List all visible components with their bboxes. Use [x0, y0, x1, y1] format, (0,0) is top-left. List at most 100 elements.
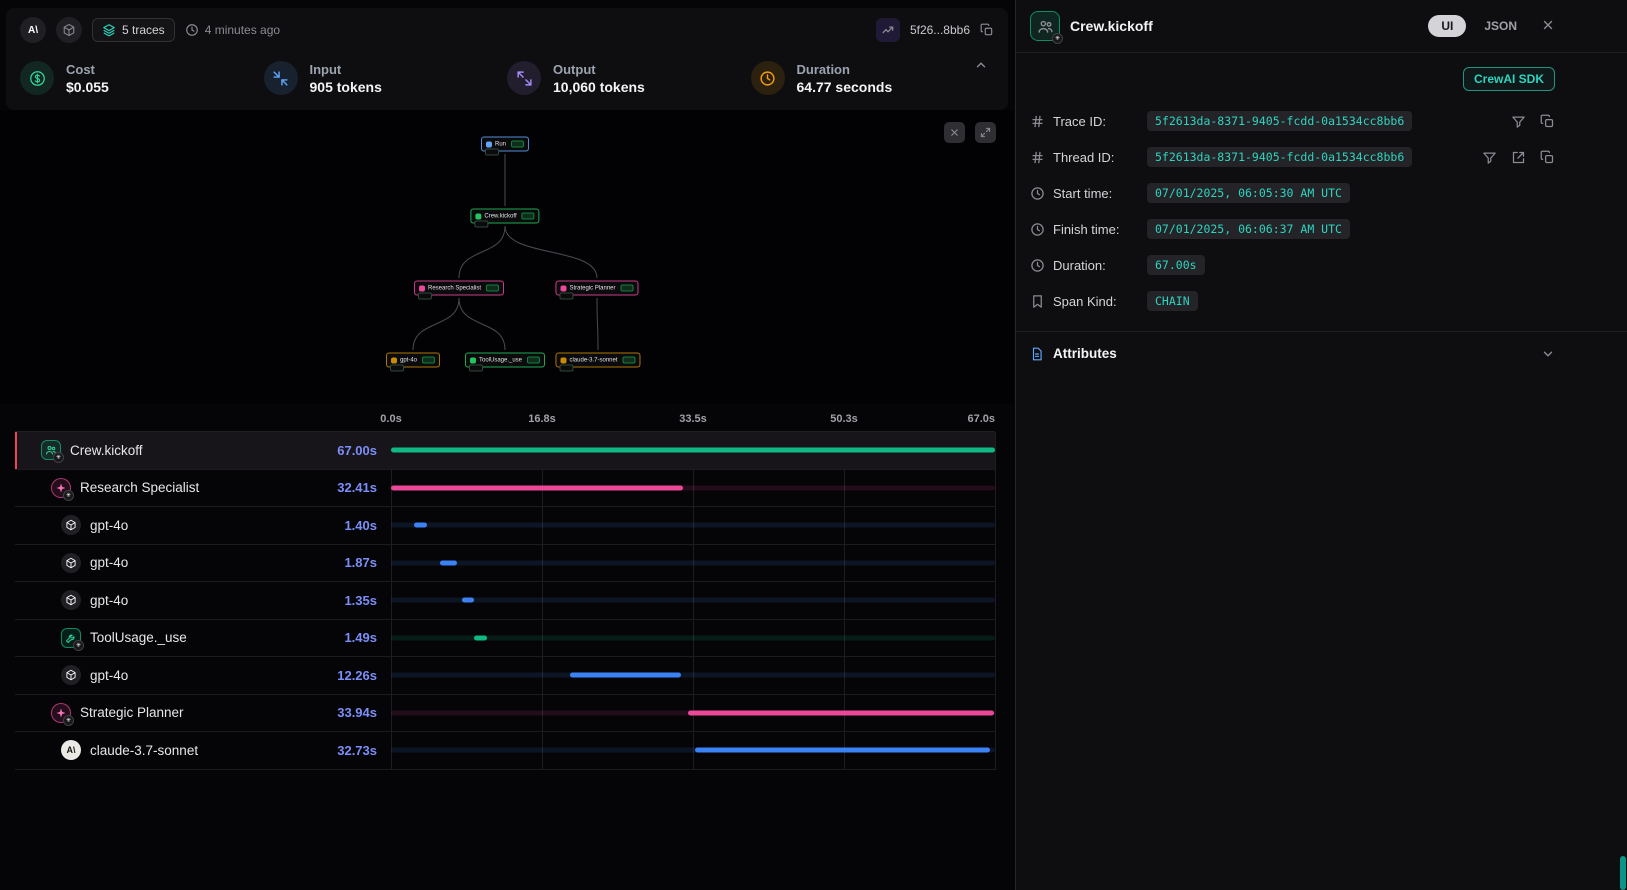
field-start-time: Start time:07/01/2025, 06:05:30 AM UTC: [1030, 175, 1555, 211]
span-bar: [391, 485, 683, 490]
row-chart-cell: [391, 620, 995, 657]
graph-close-button[interactable]: [944, 122, 965, 143]
clock-icon: [1030, 222, 1045, 237]
row-chart-cell: [391, 582, 995, 619]
attributes-section[interactable]: Attributes: [1016, 331, 1627, 375]
row-chart-cell: [391, 657, 995, 694]
panel-close-button[interactable]: [1541, 18, 1555, 35]
graph-node-research[interactable]: Research Specialist: [414, 281, 504, 296]
span-duration: 33.94s: [337, 705, 391, 720]
span-bar: [440, 560, 457, 565]
axis-tick: 50.3s: [830, 413, 858, 425]
field-trace-id: Trace ID:5f2613da-8371-9405-fcdd-0a1534c…: [1030, 103, 1555, 139]
trace-age-label: 4 minutes ago: [205, 23, 280, 37]
openai-logo-icon: [62, 23, 76, 37]
span-bar: [688, 710, 994, 715]
span-name: gpt-4o: [90, 555, 128, 570]
timeline-row-gpt-4o[interactable]: gpt-4o12.26s: [15, 657, 995, 695]
field-label: Span Kind:: [1053, 294, 1139, 309]
span-duration: 1.49s: [344, 630, 391, 645]
span-bar: [414, 523, 427, 528]
metrics-trend-icon[interactable]: [876, 18, 900, 42]
field-thread-id: Thread ID:5f2613da-8371-9405-fcdd-0a1534…: [1030, 139, 1555, 175]
trace-graph[interactable]: Run Crew.kickoff Research Specialist Strate…: [0, 110, 1014, 404]
openai-logo: [56, 17, 82, 43]
trace-short-id: 5f26...8bb6: [910, 23, 970, 37]
traces-count-badge[interactable]: 5 traces: [92, 18, 175, 42]
copy-icon[interactable]: [1540, 114, 1555, 129]
graph-node-gpt[interactable]: gpt-4o: [386, 353, 440, 368]
trace-header-card: A\ 5 traces 4 minutes ago 5f26...8bb6 Co…: [6, 8, 1008, 110]
openai-icon: [61, 553, 81, 573]
field-value-chip[interactable]: 5f2613da-8371-9405-fcdd-0a1534cc8bb6: [1147, 147, 1412, 167]
filter-icon[interactable]: [1511, 114, 1526, 129]
node-sub-badge: [474, 221, 488, 228]
openai-icon: [61, 665, 81, 685]
stat-label: Output: [553, 62, 645, 77]
copy-trace-id-icon[interactable]: [980, 23, 994, 37]
node-type-icon: [560, 285, 566, 291]
node-sub-badge: [418, 293, 432, 300]
span-name: Strategic Planner: [80, 705, 184, 720]
timeline-row-claude-3-7-sonnet[interactable]: A\claude-3.7-sonnet32.73s: [15, 732, 995, 770]
timeline-row-crew-kickoff[interactable]: ✳Crew.kickoff67.00s: [15, 432, 995, 470]
node-label: ToolUsage._use: [479, 357, 522, 363]
span-name: Crew.kickoff: [70, 443, 143, 458]
span-duration: 32.73s: [337, 743, 391, 758]
detail-panel: ✳ Crew.kickoff UI JSON CrewAI SDK Trace …: [1015, 0, 1627, 890]
span-track: [391, 598, 995, 603]
layers-icon: [102, 23, 116, 37]
span-name: ToolUsage._use: [90, 630, 187, 645]
field-value-chip[interactable]: 5f2613da-8371-9405-fcdd-0a1534cc8bb6: [1147, 111, 1412, 131]
tab-json[interactable]: JSON: [1484, 19, 1517, 33]
row-label-cell: ✳ ToolUsage._use 1.49s: [15, 620, 391, 657]
span-bar: [474, 635, 487, 640]
scrollbar-thumb[interactable]: [1620, 856, 1626, 890]
field-label: Finish time:: [1053, 222, 1139, 237]
graph-node-run[interactable]: Run: [481, 137, 529, 152]
span-track: [391, 523, 995, 528]
row-label-cell: ✳ Strategic Planner 33.94s: [15, 695, 391, 732]
tab-ui[interactable]: UI: [1428, 15, 1466, 37]
timeline-row-gpt-4o[interactable]: gpt-4o1.35s: [15, 582, 995, 620]
row-label-cell: A\claude-3.7-sonnet32.73s: [15, 732, 391, 769]
node-type-icon: [486, 141, 492, 147]
graph-node-claude[interactable]: claude-3.7-sonnet: [555, 353, 640, 368]
graph-node-strategic[interactable]: Strategic Planner: [555, 281, 638, 296]
arrows-in-icon: [264, 61, 298, 95]
external-icon[interactable]: [1511, 150, 1526, 165]
filter-icon[interactable]: [1482, 150, 1497, 165]
panel-header: ✳ Crew.kickoff UI JSON: [1016, 0, 1627, 53]
timeline: 0.0s16.8s33.5s50.3s67.0s ✳Crew.kickoff67…: [0, 404, 1014, 770]
dollar-icon: [20, 61, 54, 95]
node-label: Research Specialist: [428, 285, 481, 291]
agent-icon: ✳: [51, 703, 71, 723]
graph-node-tool[interactable]: ToolUsage._use: [465, 353, 545, 368]
sdk-badge: CrewAI SDK: [1463, 67, 1555, 91]
copy-icon[interactable]: [1540, 150, 1555, 165]
sdk-row: CrewAI SDK: [1016, 53, 1627, 95]
field-label: Duration:: [1053, 258, 1139, 273]
span-bar: [570, 673, 681, 678]
row-chart-cell: [391, 695, 995, 732]
timeline-row-gpt-4o[interactable]: gpt-4o1.40s: [15, 507, 995, 545]
timeline-row-strategic-planner[interactable]: ✳ Strategic Planner 33.94s: [15, 695, 995, 733]
node-label: Run: [495, 141, 506, 147]
timeline-row-research-specialist[interactable]: ✳Research Specialist32.41s: [15, 470, 995, 508]
row-label-cell: gpt-4o1.40s: [15, 507, 391, 544]
span-duration: 1.40s: [344, 518, 391, 533]
timeline-axis: 0.0s16.8s33.5s50.3s67.0s: [391, 404, 995, 431]
span-track: [391, 673, 995, 678]
timeline-row-toolusage-use[interactable]: ✳ ToolUsage._use 1.49s: [15, 620, 995, 658]
row-chart-cell: [391, 432, 995, 469]
field-finish-time: Finish time:07/01/2025, 06:06:37 AM UTC: [1030, 211, 1555, 247]
node-type-icon: [419, 285, 425, 291]
node-label: gpt-4o: [400, 357, 417, 363]
collapse-chevron-button[interactable]: [974, 58, 988, 75]
stat-value: $0.055: [66, 79, 109, 95]
row-label-cell: gpt-4o1.87s: [15, 545, 391, 582]
graph-node-crew[interactable]: Crew.kickoff: [470, 209, 539, 224]
graph-expand-button[interactable]: [975, 122, 996, 143]
provider-mini-badge: ✳: [73, 640, 84, 651]
timeline-row-gpt-4o[interactable]: gpt-4o1.87s: [15, 545, 995, 583]
